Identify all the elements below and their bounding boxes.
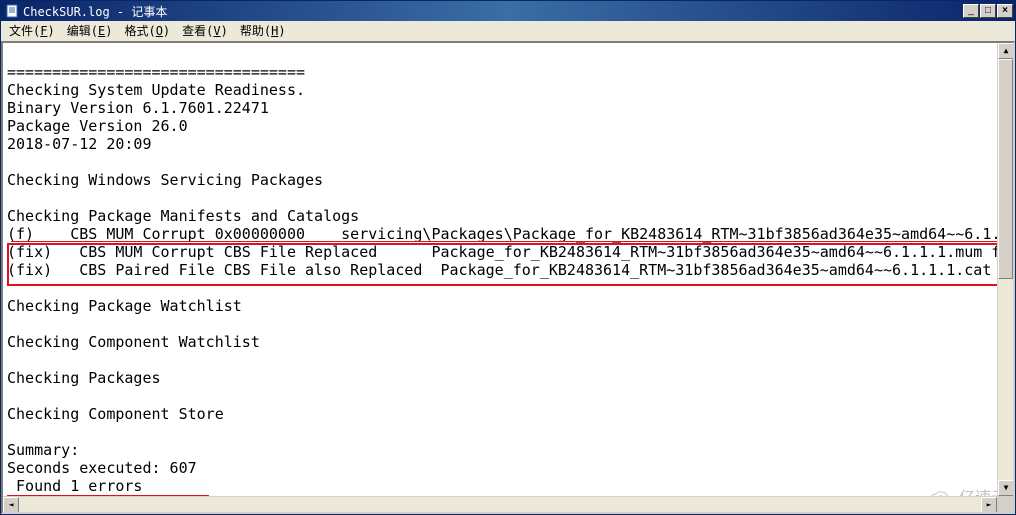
text-area[interactable]: ================================= Checki… (3, 43, 1013, 512)
log-line: Checking Component Store (7, 405, 224, 423)
log-line: Binary Version 6.1.7601.22471 (7, 99, 269, 117)
scroll-down-icon[interactable]: ▼ (998, 480, 1014, 496)
notepad-window: CheckSUR.log - 记事本 _ □ × 文件(F) 编辑(E) 格式(… (0, 0, 1016, 515)
log-line: 2018-07-12 20:09 (7, 135, 152, 153)
menu-view[interactable]: 查看(V) (176, 20, 234, 41)
scroll-track-h[interactable] (19, 497, 981, 512)
scroll-up-icon[interactable]: ▲ (998, 43, 1014, 59)
menubar: 文件(F) 编辑(E) 格式(O) 查看(V) 帮助(H) (1, 21, 1015, 41)
log-line: Seconds executed: 607 (7, 459, 197, 477)
menu-file[interactable]: 文件(F) (3, 20, 61, 41)
log-line: Checking Packages (7, 369, 161, 387)
close-button[interactable]: × (997, 4, 1013, 18)
minimize-button[interactable]: _ (963, 4, 979, 18)
log-line: Checking Component Watchlist (7, 333, 260, 351)
titlebar-left: CheckSUR.log - 记事本 (3, 3, 167, 20)
menu-edit[interactable]: 编辑(E) (61, 20, 119, 41)
log-line: Checking System Update Readiness. (7, 81, 305, 99)
log-line: Checking Package Manifests and Catalogs (7, 207, 359, 225)
log-line: (f) CBS MUM Corrupt 0x00000000 servicing… (7, 225, 1013, 243)
maximize-button[interactable]: □ (980, 4, 996, 18)
scroll-right-icon[interactable]: ► (981, 497, 997, 513)
menu-format[interactable]: 格式(O) (118, 20, 176, 41)
menu-help[interactable]: 帮助(H) (234, 20, 292, 41)
vertical-scrollbar[interactable]: ▲ ▼ (997, 43, 1013, 496)
log-line: (fix) CBS Paired File CBS File also Repl… (7, 261, 1013, 279)
log-line: Summary: (7, 441, 79, 459)
titlebar[interactable]: CheckSUR.log - 记事本 _ □ × (1, 1, 1015, 21)
notepad-icon (5, 4, 19, 18)
log-line: Checking Package Watchlist (7, 297, 242, 315)
log-line: Checking Windows Servicing Packages (7, 171, 323, 189)
content-area: ================================= Checki… (1, 41, 1015, 514)
horizontal-scrollbar[interactable]: ◄ ► (3, 496, 997, 512)
log-line: ================================= (7, 63, 305, 81)
log-line: (fix) CBS MUM Corrupt CBS File Replaced … (7, 243, 1013, 261)
scroll-corner (997, 496, 1013, 512)
log-line: Package Version 26.0 (7, 117, 188, 135)
scroll-left-icon[interactable]: ◄ (3, 497, 19, 513)
window-controls: _ □ × (963, 4, 1013, 18)
window-title: CheckSUR.log - 记事本 (23, 3, 167, 20)
log-line: Found 1 errors (7, 477, 142, 495)
scroll-thumb-v[interactable] (998, 59, 1013, 279)
scroll-track-v[interactable] (998, 59, 1013, 480)
